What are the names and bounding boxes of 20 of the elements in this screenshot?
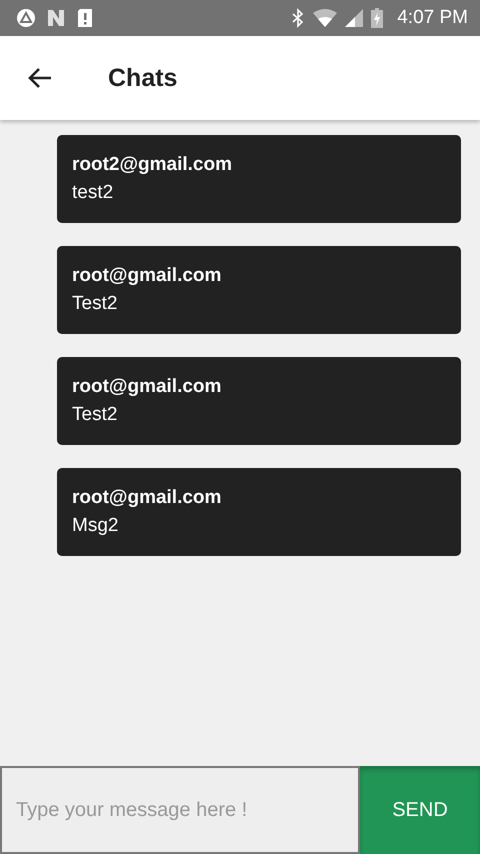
back-arrow-icon[interactable] [27, 67, 53, 89]
signal-icon [345, 9, 364, 27]
screen-title: Chats [108, 64, 178, 92]
message-input[interactable]: Type your message here ! [0, 766, 360, 854]
message-text: Msg2 [72, 515, 120, 537]
battery-icon [371, 8, 384, 28]
sender-email: root2@gmail.com [72, 154, 233, 176]
sender-email: root@gmail.com [72, 487, 222, 509]
message-text: Test2 [72, 404, 118, 426]
alert-icon [76, 8, 94, 28]
sender-email: root@gmail.com [72, 265, 222, 287]
message-text: test2 [72, 182, 114, 204]
message-text: Test2 [72, 293, 118, 315]
sender-email: root@gmail.com [72, 376, 222, 398]
bluetooth-icon [291, 8, 306, 28]
wifi-icon [313, 9, 338, 27]
send-button[interactable]: SEND [360, 766, 480, 854]
n-icon [46, 8, 66, 28]
app-icon [16, 8, 36, 28]
status-time: 4:07 PM [397, 7, 468, 29]
